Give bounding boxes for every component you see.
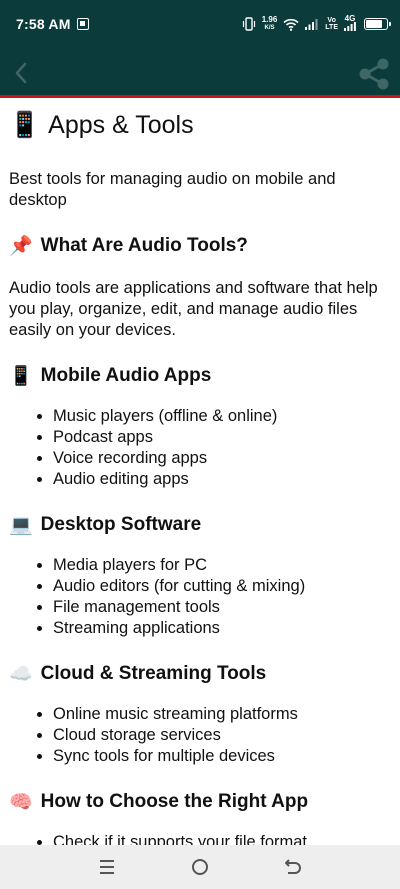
back-nav-icon — [285, 859, 302, 874]
share-icon — [359, 58, 389, 90]
list-item: File management tools — [37, 597, 391, 618]
list-item: Cloud storage services — [37, 725, 391, 746]
intro-text: Best tools for managing audio on mobile … — [9, 170, 336, 209]
page-title: 📱 Apps & Tools — [9, 108, 391, 142]
list-item: Online music streaming platforms — [37, 704, 391, 725]
brain-icon: 🧠 — [9, 791, 33, 813]
cloud-tools-list: Online music streaming platforms Cloud s… — [9, 704, 391, 767]
list-item: Audio editing apps — [37, 469, 391, 490]
section-heading-cloud-streaming: ☁️ Cloud & Streaming Tools — [9, 661, 391, 687]
list-item: Audio editors (for cutting & mixing) — [37, 576, 391, 597]
pushpin-icon: 📌 — [9, 235, 33, 257]
mobile-apps-list: Music players (offline & online) Podcast… — [9, 406, 391, 490]
section-heading-text: Cloud & Streaming Tools — [40, 663, 267, 684]
section-heading-what-are-audio-tools: 📌 What Are Audio Tools? — [9, 233, 391, 259]
choose-app-list: Check if it supports your file format — [9, 832, 391, 845]
recents-button[interactable] — [87, 847, 127, 887]
home-button[interactable] — [180, 847, 220, 887]
list-item: Podcast apps — [37, 427, 391, 448]
back-nav-button[interactable] — [273, 847, 313, 887]
home-icon — [191, 859, 208, 875]
back-button[interactable] — [6, 58, 36, 88]
network-type: 4G — [344, 14, 356, 23]
status-time: 7:58 AM — [16, 16, 71, 32]
recents-icon — [99, 860, 114, 874]
section-heading-text: Desktop Software — [40, 514, 202, 535]
article-content: 📱 Apps & Tools Best tools for managing a… — [0, 101, 400, 845]
battery-fill — [366, 20, 382, 28]
list-item: Check if it supports your file format — [37, 832, 391, 845]
section-heading-text: What Are Audio Tools? — [40, 235, 248, 256]
net-speed-unit: K/S — [264, 25, 275, 31]
net-speed-value: 1.96 — [261, 15, 278, 24]
volte-bottom: LTE — [325, 24, 338, 31]
section-heading-choose-right-app: 🧠 How to Choose the Right App — [9, 789, 391, 815]
vibrate-icon — [242, 17, 256, 31]
wifi-icon — [283, 18, 299, 31]
section-paragraph: Audio tools are applications and softwar… — [9, 279, 378, 339]
mobile-phone-icon: 📱 — [9, 365, 33, 387]
list-item: Sync tools for multiple devices — [37, 746, 391, 767]
status-right: 1.96 K/S Vo LTE 4G — [242, 15, 391, 33]
section-heading-text: How to Choose the Right App — [40, 791, 309, 812]
volte-indicator: Vo LTE — [325, 17, 338, 31]
signal-icon — [305, 18, 319, 30]
cloud-icon: ☁️ — [9, 663, 33, 685]
status-left: 7:58 AM — [16, 16, 89, 32]
mobile-phone-icon: 📱 — [9, 110, 41, 139]
back-icon — [15, 62, 27, 84]
desktop-software-list: Media players for PC Audio editors (for … — [9, 555, 391, 639]
laptop-icon: 💻 — [9, 514, 33, 536]
list-item: Media players for PC — [37, 555, 391, 576]
share-button[interactable] — [354, 54, 394, 94]
net-speed: 1.96 K/S — [262, 16, 278, 32]
list-item: Music players (offline & online) — [37, 406, 391, 427]
battery-icon — [364, 18, 391, 30]
section-heading-mobile-audio-apps: 📱 Mobile Audio Apps — [9, 363, 391, 389]
section-heading-text: Mobile Audio Apps — [40, 365, 212, 386]
network-type-indicator: 4G — [344, 15, 356, 33]
volte-top: Vo — [327, 17, 336, 24]
list-item: Voice recording apps — [37, 448, 391, 469]
signal-icon-2 — [344, 22, 356, 31]
sim-icon — [76, 18, 89, 30]
app-bar — [0, 48, 400, 98]
status-bar: 7:58 AM 1.96 K/S Vo LTE 4G — [0, 0, 400, 48]
list-item: Streaming applications — [37, 618, 391, 639]
system-nav-bar — [0, 845, 400, 889]
page-title-text: Apps & Tools — [48, 111, 194, 139]
section-heading-desktop-software: 💻 Desktop Software — [9, 512, 391, 538]
